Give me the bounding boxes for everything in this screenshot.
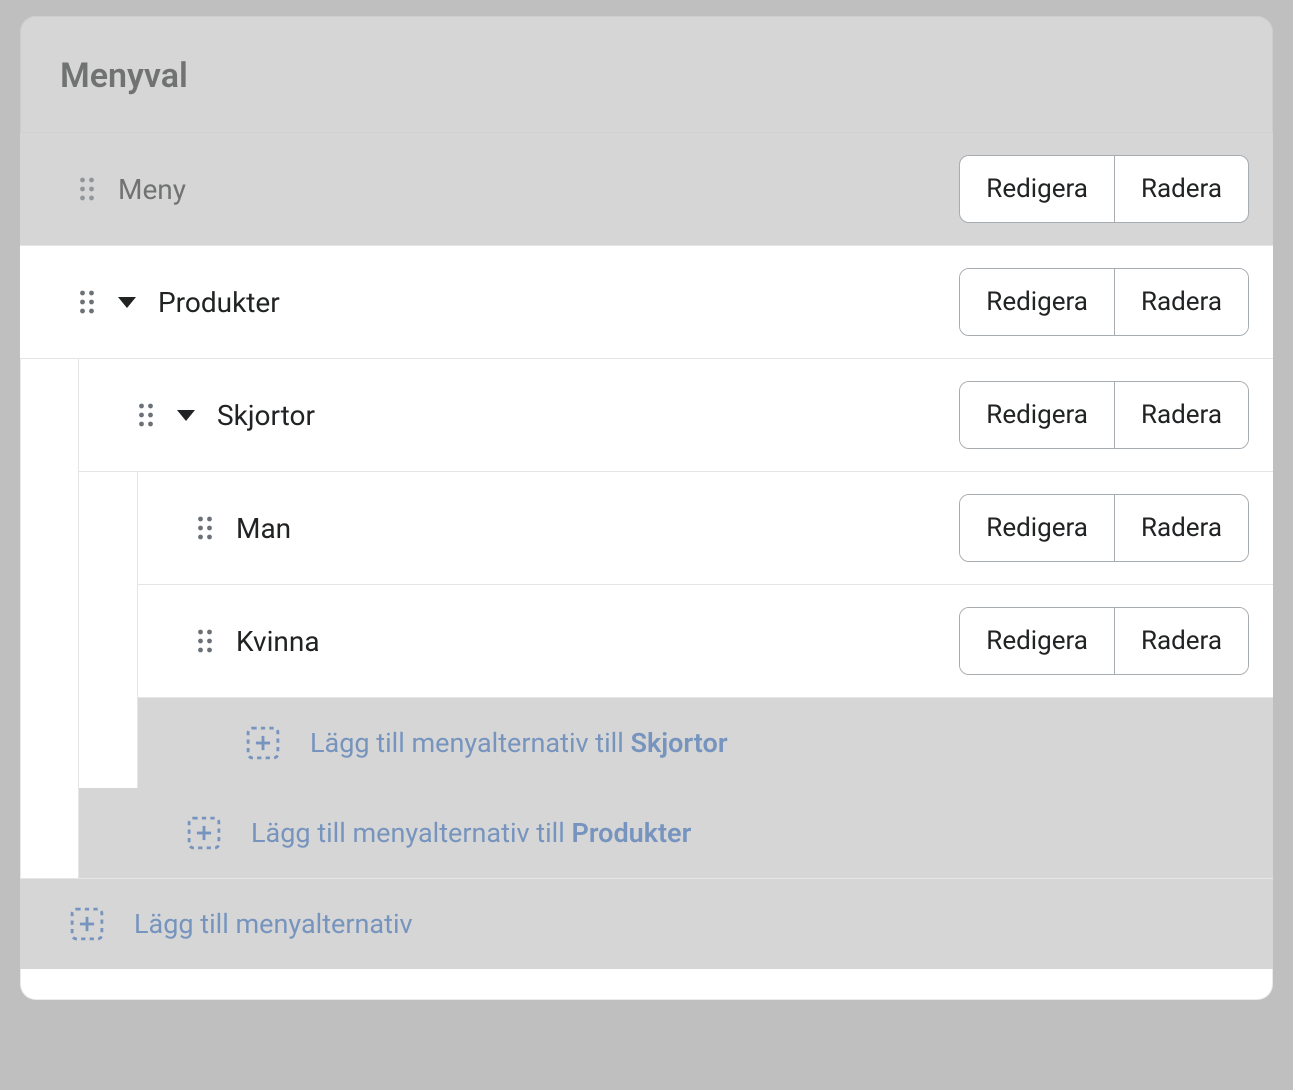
panel-title: Menyval (60, 56, 1233, 96)
delete-button[interactable]: Radera (1114, 269, 1248, 335)
add-item-to-skjortor[interactable]: Lägg till menyalternativ till Skjortor (138, 698, 1273, 788)
menu-row-label: Kvinna (236, 625, 320, 658)
row-actions: Redigera Radera (959, 494, 1249, 562)
add-item-to-produkter[interactable]: Lägg till menyalternativ till Produkter (79, 788, 1273, 878)
add-item-label: Lägg till menyalternativ (134, 908, 413, 940)
edit-button[interactable]: Redigera (960, 382, 1114, 448)
menu-row-kvinna[interactable]: Kvinna Redigera Radera (138, 585, 1273, 698)
edit-button[interactable]: Redigera (960, 269, 1114, 335)
menu-row-label: Meny (118, 173, 186, 206)
drag-handle-icon[interactable] (196, 516, 214, 540)
caret-down-icon[interactable] (177, 410, 195, 421)
edit-button[interactable]: Redigera (960, 156, 1114, 222)
menu-row-label: Produkter (158, 286, 280, 319)
row-actions: Redigera Radera (959, 381, 1249, 449)
menu-row-skjortor[interactable]: Skjortor Redigera Radera (79, 359, 1273, 472)
drag-handle-icon[interactable] (196, 629, 214, 653)
edit-button[interactable]: Redigera (960, 608, 1114, 674)
row-actions: Redigera Radera (959, 268, 1249, 336)
drag-handle-icon[interactable] (137, 403, 155, 427)
delete-button[interactable]: Radera (1114, 156, 1248, 222)
menu-row-man[interactable]: Man Redigera Radera (138, 472, 1273, 585)
caret-down-icon[interactable] (118, 297, 136, 308)
delete-button[interactable]: Radera (1114, 495, 1248, 561)
menu-row-label: Man (236, 512, 291, 545)
add-item-root[interactable]: Lägg till menyalternativ (20, 878, 1273, 969)
nested-container-level1: Skjortor Redigera Radera Man (78, 359, 1273, 878)
menu-row-root[interactable]: Meny Redigera Radera (20, 133, 1273, 246)
add-icon (246, 726, 280, 760)
delete-button[interactable]: Radera (1114, 608, 1248, 674)
drag-handle-icon[interactable] (78, 177, 96, 201)
nested-container-level2: Man Redigera Radera Kvinna (137, 472, 1273, 788)
menu-row-produkter[interactable]: Produkter Redigera Radera (20, 246, 1273, 359)
delete-button[interactable]: Radera (1114, 382, 1248, 448)
add-icon (70, 907, 104, 941)
menu-row-label: Skjortor (217, 399, 315, 432)
row-actions: Redigera Radera (959, 155, 1249, 223)
menu-panel: Menyval Meny Redigera Radera Produ (20, 16, 1273, 1000)
edit-button[interactable]: Redigera (960, 495, 1114, 561)
row-actions: Redigera Radera (959, 607, 1249, 675)
add-item-label: Lägg till menyalternativ till Produkter (251, 817, 691, 849)
modal-backdrop: Menyval Meny Redigera Radera Produ (0, 0, 1293, 1090)
panel-header: Menyval (20, 16, 1273, 133)
drag-handle-icon[interactable] (78, 290, 96, 314)
add-icon (187, 816, 221, 850)
add-item-label: Lägg till menyalternativ till Skjortor (310, 727, 728, 759)
